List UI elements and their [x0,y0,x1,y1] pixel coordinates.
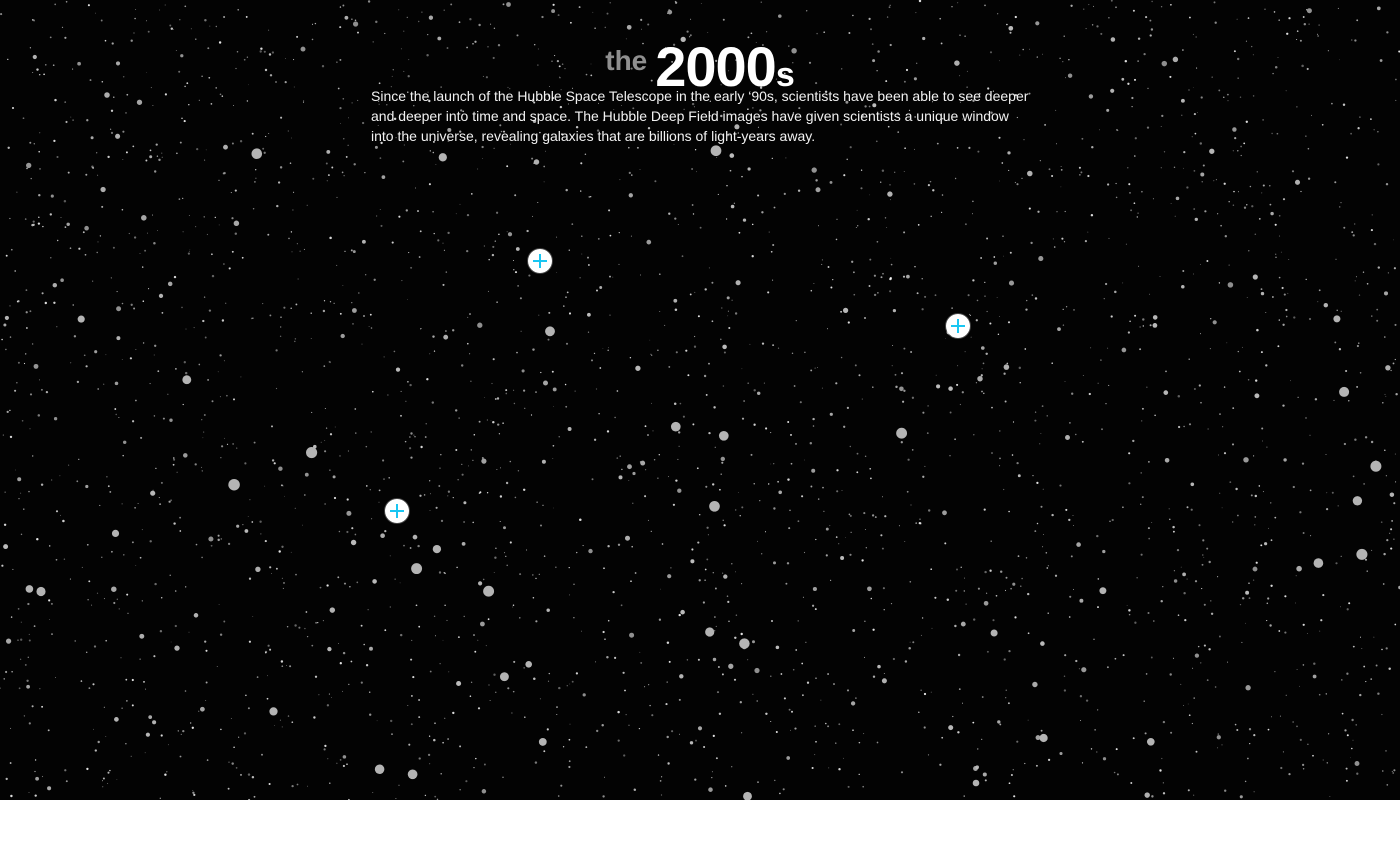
deep-field-stage: the 2000s Since the launch of the Hubble … [0,0,1400,800]
hotspot-button-2[interactable] [946,314,970,338]
hotspot-button-1[interactable] [528,249,552,273]
plus-icon [533,254,547,268]
plus-icon [390,504,404,518]
hotspot-button-3[interactable] [385,499,409,523]
page-footer-blank [0,800,1400,850]
plus-icon [951,319,965,333]
title-prefix: the [605,45,648,77]
intro-paragraph: Since the launch of the Hubble Space Tel… [371,88,1029,144]
